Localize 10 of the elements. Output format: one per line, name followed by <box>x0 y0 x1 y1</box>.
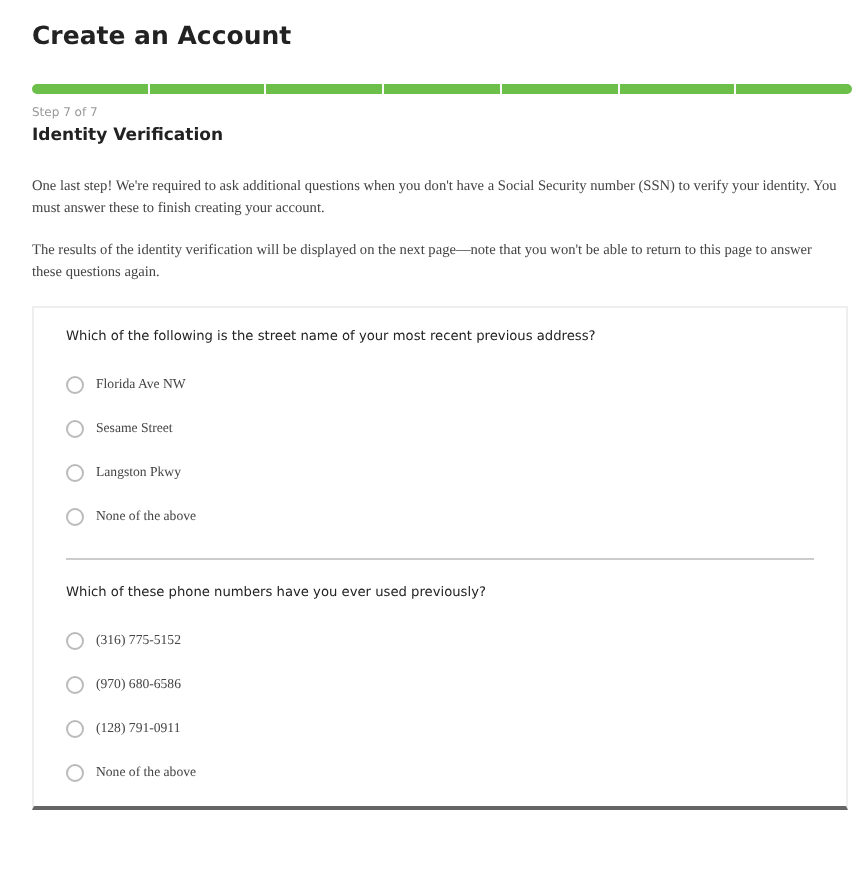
radio-button[interactable] <box>66 763 84 781</box>
radio-button[interactable] <box>66 507 84 525</box>
radio-button[interactable] <box>66 719 84 737</box>
radio-button[interactable] <box>66 631 84 649</box>
page-title: Create an Account <box>32 20 294 50</box>
section-heading: Identity Verification <box>32 126 226 146</box>
radio-button[interactable] <box>66 375 84 393</box>
radio-button[interactable] <box>66 675 84 693</box>
radio-button[interactable] <box>66 419 84 437</box>
radio-button[interactable] <box>66 463 84 481</box>
